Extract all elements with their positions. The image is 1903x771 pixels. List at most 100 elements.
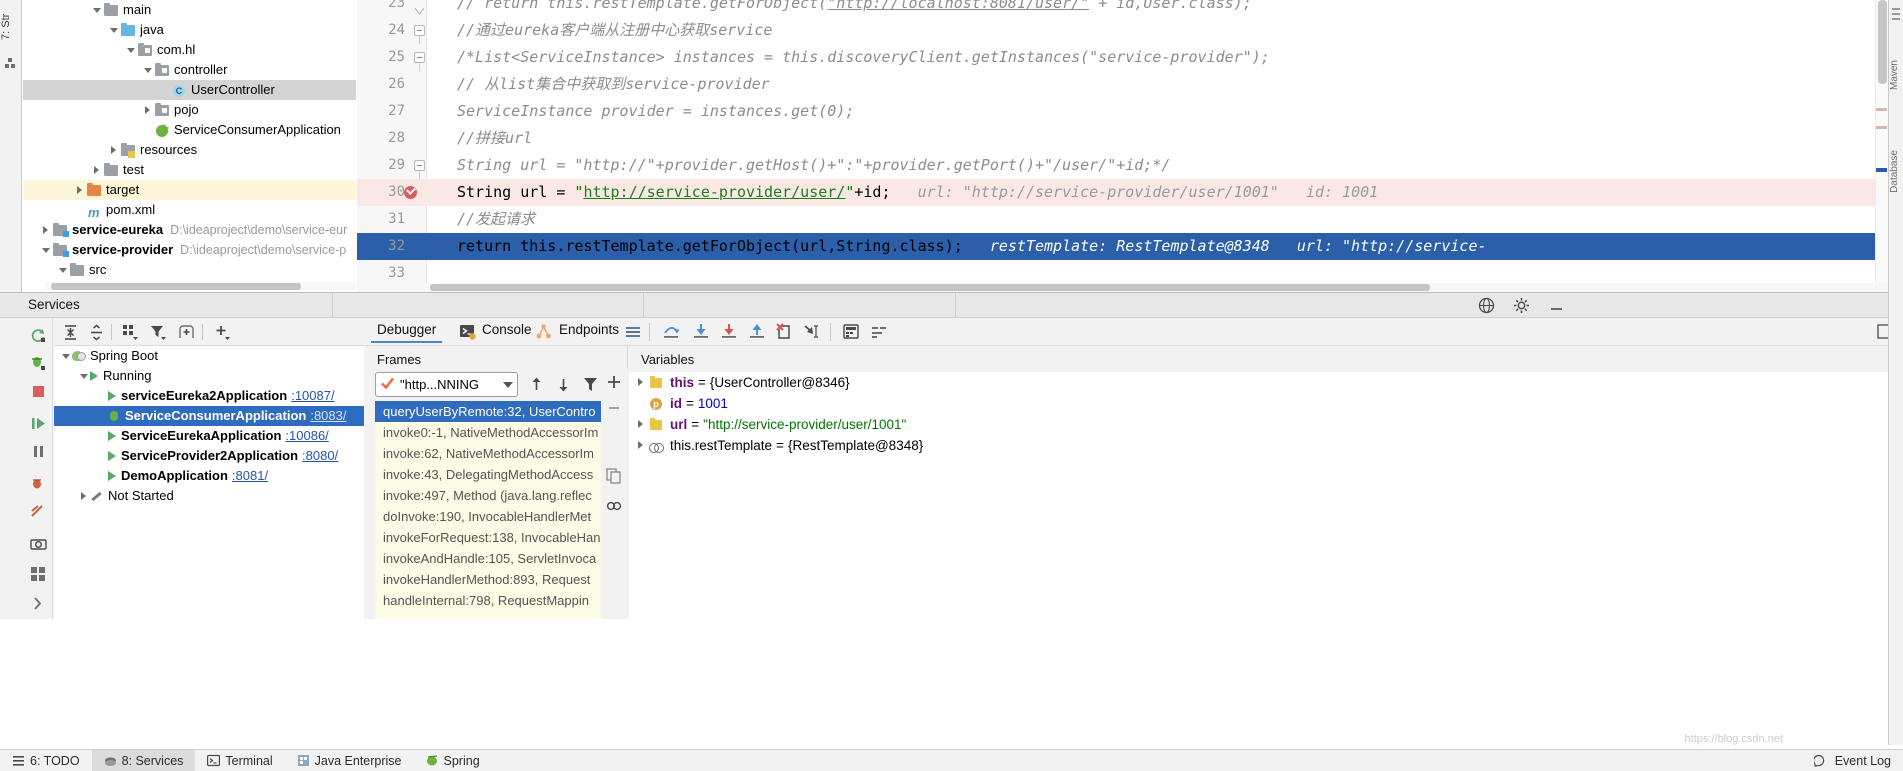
code-line[interactable]: 26 // 从list集合中获取到service-provider bbox=[357, 71, 1888, 98]
chevron-right-icon[interactable] bbox=[108, 140, 120, 160]
bottom-tab-terminal[interactable]: Terminal bbox=[195, 750, 284, 771]
inspect-icon[interactable] bbox=[606, 498, 622, 514]
up-arrow-icon[interactable] bbox=[528, 376, 545, 393]
chevron-down-icon[interactable] bbox=[57, 260, 69, 280]
bottom-tab-spring[interactable]: Spring bbox=[414, 750, 492, 771]
project-tree-row[interactable]: controller bbox=[23, 60, 356, 80]
gear-icon[interactable] bbox=[1513, 297, 1530, 314]
project-tree-row[interactable]: service-provider D:\ideaproject\demo\serv… bbox=[23, 240, 356, 260]
code-line[interactable]: 23 // return this.restTemplate.getForObje… bbox=[357, 0, 1888, 17]
minimize-icon[interactable] bbox=[1548, 297, 1565, 314]
evaluate-icon[interactable] bbox=[842, 323, 860, 341]
rerun-debug-icon[interactable] bbox=[30, 355, 47, 372]
bottom-tab-8-services[interactable]: 8: Services bbox=[91, 749, 196, 771]
code-line[interactable]: 28 //拼接url bbox=[357, 125, 1888, 152]
settings-icon[interactable] bbox=[870, 323, 888, 341]
variables-list[interactable]: this = {UserController@8346} p id = 1001 url = "h… bbox=[629, 372, 1903, 620]
frame-list-item[interactable]: invoke:497, Method (java.lang.reflec bbox=[375, 485, 628, 506]
variable-row[interactable]: this.restTemplate = {RestTemplate@8348} bbox=[629, 435, 1903, 456]
frame-list-item[interactable]: invokeAndHandle:105, ServletInvoca bbox=[375, 548, 628, 569]
endpoints-icon[interactable] bbox=[535, 323, 553, 341]
expand-all-icon[interactable] bbox=[62, 324, 79, 341]
resume-icon[interactable] bbox=[30, 415, 47, 432]
collapse-all-icon[interactable] bbox=[88, 324, 105, 341]
tab-console[interactable]: Console bbox=[482, 322, 532, 337]
service-port-link[interactable]: :8081/ bbox=[232, 466, 268, 486]
code-line[interactable]: 25 /*List<ServiceInstance> instances = th… bbox=[357, 44, 1888, 71]
add-watch-icon[interactable] bbox=[606, 374, 622, 390]
frame-list-item[interactable]: invoke:62, NativeMethodAccessorIm bbox=[375, 443, 628, 464]
project-tree-row[interactable]: m pom.xml bbox=[23, 200, 356, 220]
step-out-icon[interactable] bbox=[748, 323, 766, 341]
frame-list-item[interactable]: invoke0:-1, NativeMethodAccessorIm bbox=[375, 422, 628, 443]
chevron-right-icon[interactable] bbox=[635, 414, 649, 435]
project-tree-row[interactable]: pojo bbox=[23, 100, 356, 120]
force-step-into-icon[interactable] bbox=[720, 323, 738, 341]
chevron-down-icon[interactable] bbox=[108, 20, 120, 40]
frame-list-item[interactable]: invoke:43, DelegatingMethodAccess bbox=[375, 464, 628, 485]
code-line[interactable]: 31 //发起请求 bbox=[357, 206, 1888, 233]
service-port-link[interactable]: :10087/ bbox=[291, 386, 334, 406]
bottom-tab-6-todo[interactable]: 6: TODO bbox=[0, 750, 92, 771]
frame-list-item[interactable]: invokeHandlerMethod:893, Request bbox=[375, 569, 628, 590]
frame-list-item[interactable]: handleInternal:798, RequestMappin bbox=[375, 590, 628, 611]
chevron-right-icon[interactable] bbox=[635, 372, 649, 393]
chevron-right-icon[interactable] bbox=[635, 435, 649, 456]
add-tab-icon[interactable] bbox=[178, 324, 195, 341]
service-tree-row[interactable]: Spring Boot bbox=[54, 346, 364, 366]
chevron-right-icon[interactable] bbox=[142, 100, 154, 120]
services-tree[interactable]: Spring Boot Running serviceEureka2Applicat… bbox=[54, 346, 364, 620]
chevron-down-icon[interactable] bbox=[91, 0, 103, 20]
chevron-right-icon[interactable] bbox=[74, 180, 86, 200]
copy-value-icon[interactable] bbox=[606, 468, 622, 484]
chevron-down-icon[interactable] bbox=[60, 346, 72, 366]
event-log-button[interactable]: Event Log bbox=[1813, 754, 1891, 768]
bottom-tab-java-enterprise[interactable]: Java Enterprise bbox=[285, 750, 414, 771]
service-tree-row[interactable]: Running bbox=[54, 366, 364, 386]
service-tree-row[interactable]: DemoApplication:8081/ bbox=[54, 466, 364, 486]
add-service-icon[interactable] bbox=[214, 324, 231, 341]
service-tree-row[interactable]: ServiceProvider2Application:8080/ bbox=[54, 446, 364, 466]
thread-selector[interactable]: "http...NNING bbox=[375, 372, 518, 397]
editor-hscrollbar[interactable] bbox=[430, 284, 1430, 291]
step-over-icon[interactable] bbox=[662, 323, 680, 341]
service-port-link[interactable]: :8080/ bbox=[302, 446, 338, 466]
variable-row[interactable]: p id = 1001 bbox=[629, 393, 1903, 414]
project-tree-row[interactable]: com.hl bbox=[23, 40, 356, 60]
chevron-right-icon[interactable] bbox=[78, 486, 90, 506]
frames-list[interactable]: queryUserByRemote:32, UserContro invoke0:… bbox=[375, 401, 628, 620]
filter-icon[interactable] bbox=[582, 376, 599, 393]
chevron-down-icon[interactable] bbox=[125, 40, 137, 60]
project-tree-hscrollbar[interactable] bbox=[51, 283, 301, 290]
frame-list-item[interactable]: invokeForRequest:138, InvocableHan bbox=[375, 527, 628, 548]
chevron-down-icon[interactable] bbox=[78, 366, 90, 386]
breakpoint-icon[interactable] bbox=[404, 186, 417, 199]
structure-icon[interactable] bbox=[4, 56, 18, 70]
variable-row[interactable]: this = {UserController@8346} bbox=[629, 372, 1903, 393]
project-tree-row[interactable]: ServiceConsumerApplication bbox=[23, 120, 356, 140]
project-tree-row[interactable]: main bbox=[23, 0, 356, 20]
remove-watch-icon[interactable] bbox=[606, 400, 622, 416]
editor-marker-bar[interactable] bbox=[1875, 0, 1888, 290]
sidebar-item-structure[interactable]: 7: Str bbox=[0, 4, 22, 50]
chevron-down-icon[interactable] bbox=[40, 240, 52, 260]
project-tree-row[interactable]: C UserController bbox=[23, 80, 356, 100]
chevron-right-icon[interactable] bbox=[91, 160, 103, 180]
code-line[interactable]: 24 //通过eureka客户端从注册中心获取service bbox=[357, 17, 1888, 44]
camera-icon[interactable] bbox=[30, 535, 47, 552]
coverage-icon[interactable] bbox=[30, 503, 47, 520]
frame-list-item[interactable]: doInvoke:190, InvocableHandlerMet bbox=[375, 506, 628, 527]
down-arrow-icon[interactable] bbox=[555, 376, 572, 393]
fold-collapse-icon[interactable] bbox=[414, 25, 425, 36]
tab-endpoints[interactable]: Endpoints bbox=[559, 322, 619, 337]
project-tree-row[interactable]: java bbox=[23, 20, 356, 40]
chevron-down-icon[interactable] bbox=[142, 60, 154, 80]
service-port-link[interactable]: :10086/ bbox=[285, 426, 328, 446]
fold-marker-icon[interactable] bbox=[414, 0, 425, 15]
service-tree-row[interactable]: serviceEureka2Application:10087/ bbox=[54, 386, 364, 406]
service-tree-row[interactable]: Not Started bbox=[54, 486, 364, 506]
menu-icon[interactable] bbox=[624, 323, 642, 341]
globe-icon[interactable] bbox=[1478, 297, 1495, 314]
chevron-right-icon[interactable] bbox=[40, 220, 52, 240]
filter-icon[interactable] bbox=[150, 324, 167, 341]
